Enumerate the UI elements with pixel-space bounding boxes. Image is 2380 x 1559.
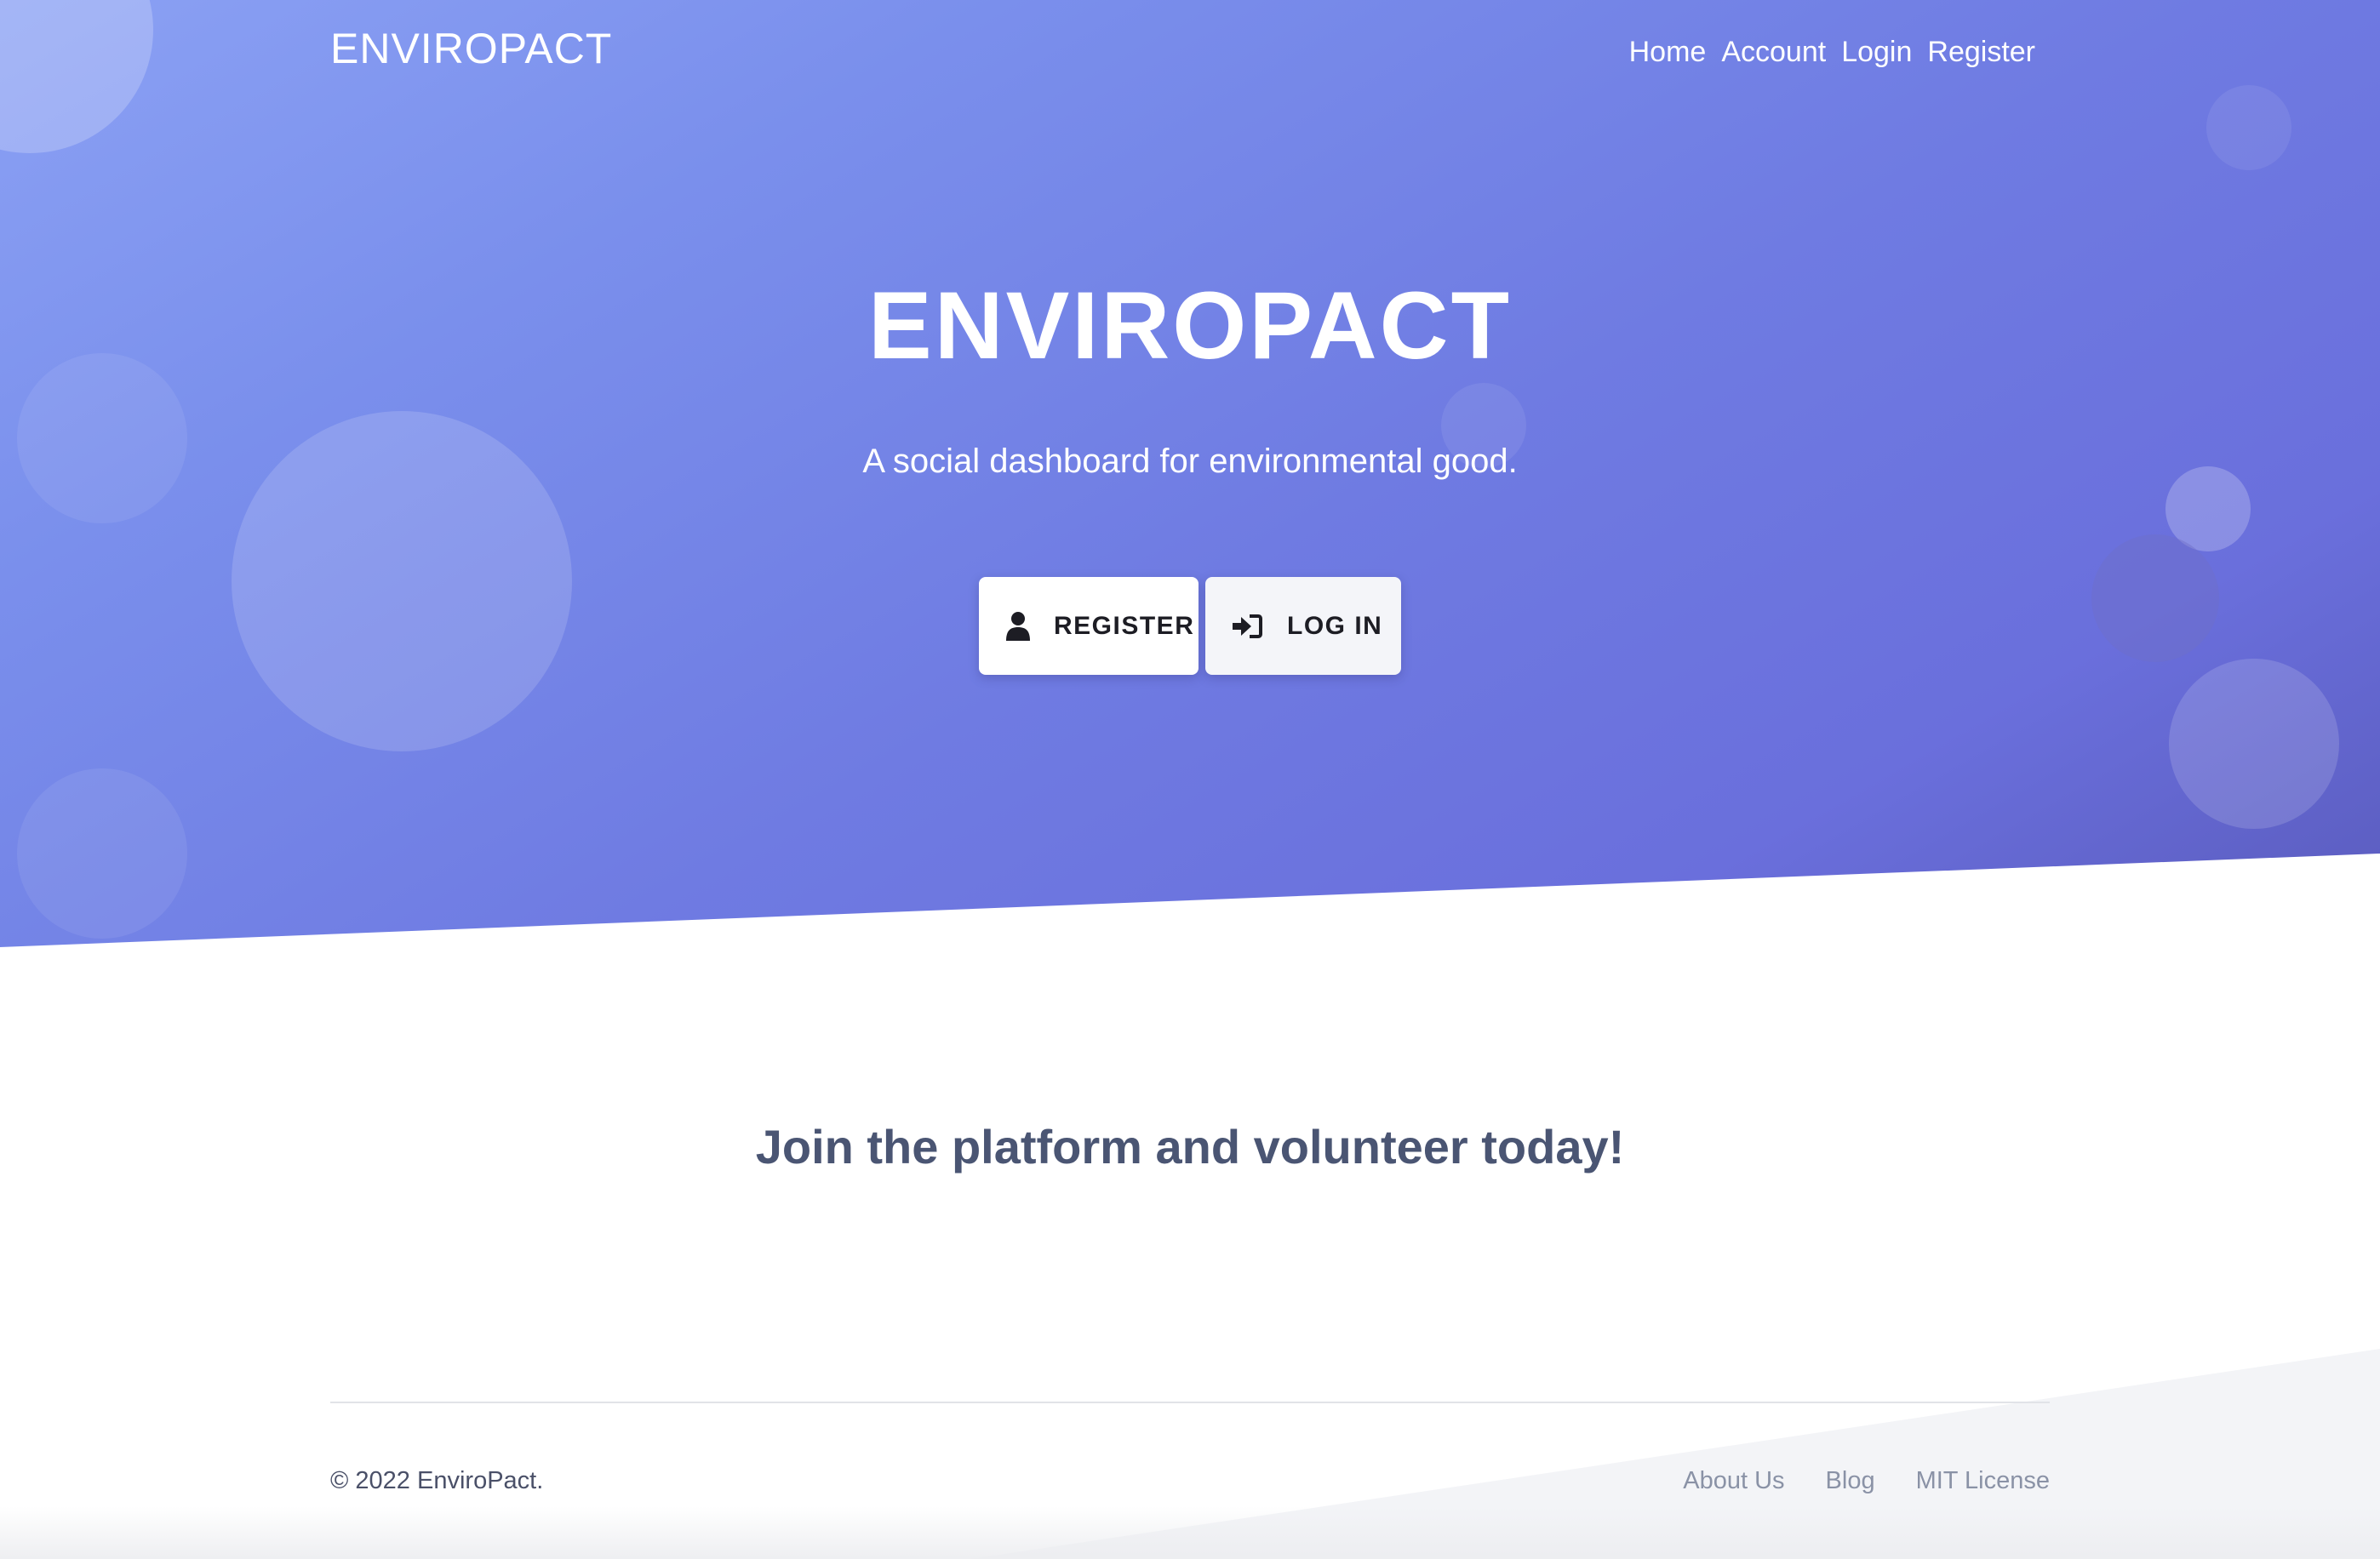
- decorative-bubble: [0, 0, 153, 153]
- footer-link-mit-license[interactable]: MIT License: [1916, 1467, 2050, 1495]
- footer-divider: [330, 1402, 2050, 1403]
- login-button-label: LOG IN: [1287, 611, 1383, 640]
- decorative-bubble: [2169, 659, 2339, 829]
- footer-link-blog[interactable]: Blog: [1826, 1467, 1875, 1495]
- decorative-bubble: [2206, 85, 2291, 170]
- hero-title: ENVIROPACT: [868, 272, 1512, 379]
- navbar-brand[interactable]: ENVIROPACT: [330, 24, 612, 73]
- nav-link-home[interactable]: Home: [1629, 36, 1707, 69]
- footer-nav: About Us Blog MIT License: [1683, 1467, 2050, 1495]
- footer-link-about-us[interactable]: About Us: [1683, 1467, 1784, 1495]
- footer-fade: [0, 1506, 2380, 1559]
- decorative-bubble: [2091, 534, 2219, 662]
- nav-link-register[interactable]: Register: [1927, 36, 2035, 69]
- hero-section: ENVIROPACT Home Account Login Register E…: [0, 0, 2380, 947]
- login-button[interactable]: LOG IN: [1205, 577, 1401, 675]
- nav-link-account[interactable]: Account: [1721, 36, 1826, 69]
- nav-link-login[interactable]: Login: [1841, 36, 1912, 69]
- hero-subtitle: A social dashboard for environmental goo…: [862, 443, 1518, 480]
- register-button-label: REGISTER: [1054, 611, 1195, 640]
- copyright-text: © 2022 EnviroPact.: [330, 1467, 544, 1494]
- top-nav: Home Account Login Register: [1629, 36, 2035, 69]
- sign-in-icon: [1233, 614, 1262, 638]
- user-icon: [1006, 611, 1030, 641]
- hero-button-group: REGISTER LOG IN: [979, 577, 1401, 675]
- cta-heading: Join the platform and volunteer today!: [755, 1120, 1625, 1174]
- decorative-bubble: [17, 768, 187, 939]
- register-button[interactable]: REGISTER: [979, 577, 1199, 675]
